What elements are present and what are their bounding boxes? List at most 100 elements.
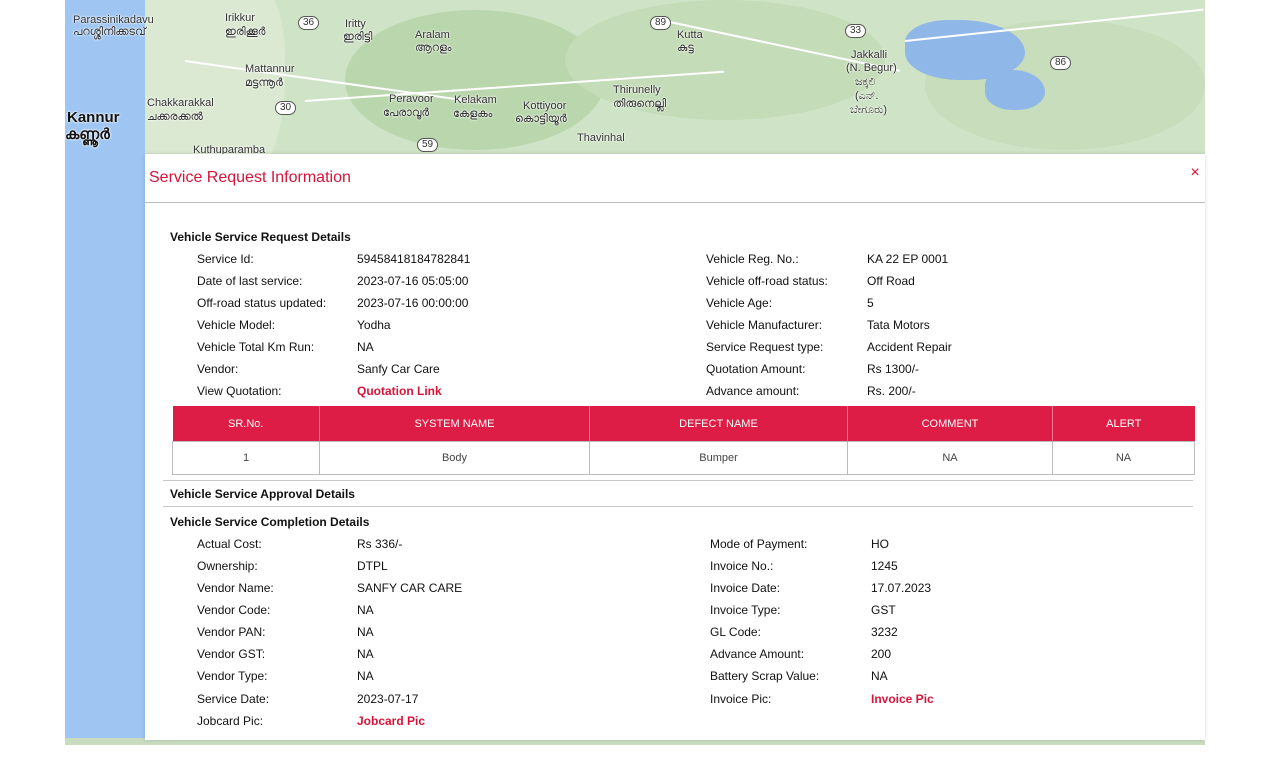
field-label: Quotation Amount:	[706, 362, 806, 376]
column-header-alert: ALERT	[1052, 406, 1195, 442]
last-service-date-value: 2023-07-16 05:05:00	[357, 274, 469, 288]
field-label: Service Id:	[197, 252, 254, 266]
field-label: Ownership:	[197, 559, 258, 573]
vehicle-age-value: 5	[867, 296, 874, 310]
jobcard-pic-link[interactable]: Jobcard Pic	[357, 714, 425, 728]
field-label: Battery Scrap Value:	[710, 669, 820, 683]
reg-no-value: KA 22 EP 0001	[867, 252, 949, 266]
map-label-n-kn: (ಎನ್.	[855, 90, 879, 102]
field-label: Service Request type:	[706, 340, 824, 354]
map-label-chakkarakkal-ml: ചക്കരക്കൽ	[147, 111, 203, 123]
map-route-shield: 59	[417, 138, 439, 152]
field-label: GL Code:	[710, 625, 761, 639]
table-cell: Body	[319, 441, 590, 475]
field-label: Vehicle Manufacturer:	[706, 318, 823, 332]
defect-table-header-row: SR.No. SYSTEM NAME DEFECT NAME COMMENT A…	[172, 406, 1195, 442]
field-label: Vehicle Total Km Run:	[197, 340, 315, 354]
gl-code-value: 3232	[871, 625, 898, 639]
table-cell: NA	[1052, 441, 1195, 475]
payment-mode-value: HO	[871, 537, 889, 551]
vendor-gst-value: NA	[357, 647, 374, 661]
battery-scrap-value: NA	[871, 669, 888, 683]
quotation-link[interactable]: Quotation Link	[357, 384, 442, 398]
column-header-comment: COMMENT	[847, 406, 1053, 442]
vendor-name-value: SANFY CAR CARE	[357, 581, 463, 595]
map-label-begur-kn: ಬೇಗೂರು)	[850, 104, 888, 116]
field-label: Vendor Code:	[197, 603, 271, 617]
map-label-n-begur: (N. Begur)	[846, 62, 897, 74]
offroad-updated-value: 2023-07-16 00:00:00	[357, 296, 469, 310]
field-label: Mode of Payment:	[710, 537, 808, 551]
invoice-pic-link[interactable]: Invoice Pic	[871, 692, 934, 706]
service-id-value: 59458418184782841	[357, 252, 471, 266]
vehicle-model-value: Yodha	[357, 318, 391, 332]
offroad-status-value: Off Road	[867, 274, 915, 288]
field-label: Vendor GST:	[197, 647, 266, 661]
map-label-chakkarakkal: Chakkarakkal	[147, 97, 214, 109]
map-label-parassinikadavu-ml: പറശ്ശിനിക്കടവ്	[73, 26, 146, 38]
field-label: Vehicle Reg. No.:	[706, 252, 799, 266]
field-label: Off-road status updated:	[197, 296, 327, 310]
field-label: Vendor Name:	[197, 581, 274, 595]
map-label-thirunelly-ml: തിരുനെല്ലി	[613, 98, 667, 110]
field-label: Invoice Pic:	[710, 692, 772, 706]
field-label: Vehicle off-road status:	[706, 274, 828, 288]
vendor-type-value: NA	[357, 669, 374, 683]
approval-details-heading: Vehicle Service Approval Details	[170, 487, 355, 501]
column-header-defect-name: DEFECT NAME	[589, 406, 848, 442]
map-label-kottiyoor: Kottiyoor	[523, 100, 567, 112]
map-label-kottiyoor-ml: കൊട്ടിയൂർ	[515, 113, 567, 125]
section-divider	[163, 480, 1193, 481]
map-label-irikkur: Irikkur	[225, 12, 255, 24]
map-label-jakkalli: Jakkalli	[851, 49, 888, 61]
map-route-shield: 86	[1050, 56, 1072, 70]
field-label: Vendor:	[197, 362, 239, 376]
map-route-shield: 89	[650, 16, 672, 30]
modal-header: Service Request Information ×	[145, 154, 1205, 203]
table-cell: NA	[847, 441, 1053, 475]
map-label-aralam-ml: ആറളം	[415, 42, 452, 54]
map-label-peravoor: Peravoor	[389, 93, 434, 105]
quotation-amount-value: Rs 1300/-	[867, 362, 920, 376]
map-label-iritty: Iritty	[345, 18, 366, 30]
map-label-kannur-ml: കണ്ണൂർ	[65, 126, 110, 143]
service-request-modal: Service Request Information × Vehicle Se…	[145, 154, 1205, 740]
field-label: Invoice No.:	[710, 559, 774, 573]
total-km-value: NA	[357, 340, 374, 354]
completion-details-heading: Vehicle Service Completion Details	[170, 515, 370, 529]
request-type-value: Accident Repair	[867, 340, 952, 354]
invoice-no-value: 1245	[871, 559, 898, 573]
map-label-irikkur-ml: ഇരിക്കൂർ	[225, 26, 266, 38]
vendor-pan-value: NA	[357, 625, 374, 639]
column-header-system-name: SYSTEM NAME	[319, 406, 590, 442]
map-label-kelakam: Kelakam	[454, 94, 497, 106]
close-icon[interactable]: ×	[1187, 164, 1203, 182]
map-label-mattannur-ml: മട്ടന്നൂർ	[245, 77, 283, 89]
section-divider	[163, 506, 1193, 507]
map-route-shield: 30	[275, 101, 297, 115]
table-cell: Bumper	[589, 441, 848, 475]
field-label: Vendor PAN:	[197, 625, 266, 639]
field-label: Vendor Type:	[197, 669, 268, 683]
map-route-shield: 33	[845, 24, 867, 38]
advance-amount-value: Rs. 200/-	[867, 384, 916, 398]
field-label: Advance Amount:	[710, 647, 805, 661]
request-details-heading: Vehicle Service Request Details	[170, 230, 351, 244]
field-label: Advance amount:	[706, 384, 800, 398]
field-label: Vehicle Age:	[706, 296, 773, 310]
field-label: Jobcard Pic:	[197, 714, 264, 728]
map-label-thirunelly: Thirunelly	[613, 84, 661, 96]
manufacturer-value: Tata Motors	[867, 318, 930, 332]
field-label: Invoice Date:	[710, 581, 781, 595]
map-label-iritty-ml: ഇരിട്ടി	[343, 31, 373, 43]
map-label-peravoor-ml: പേരാവൂർ	[383, 107, 430, 119]
defect-table: SR.No. SYSTEM NAME DEFECT NAME COMMENT A…	[172, 406, 1195, 475]
field-label: View Quotation:	[197, 384, 282, 398]
field-label: Vehicle Model:	[197, 318, 276, 332]
service-date-value: 2023-07-17	[357, 692, 419, 706]
map-label-kutta-ml: കുട്ട	[677, 42, 694, 54]
map-label-thavinhal: Thavinhal	[577, 132, 625, 144]
completion-advance-value: 200	[871, 647, 892, 661]
map-label-aralam: Aralam	[415, 29, 450, 41]
map-route-shield: 36	[298, 16, 320, 30]
